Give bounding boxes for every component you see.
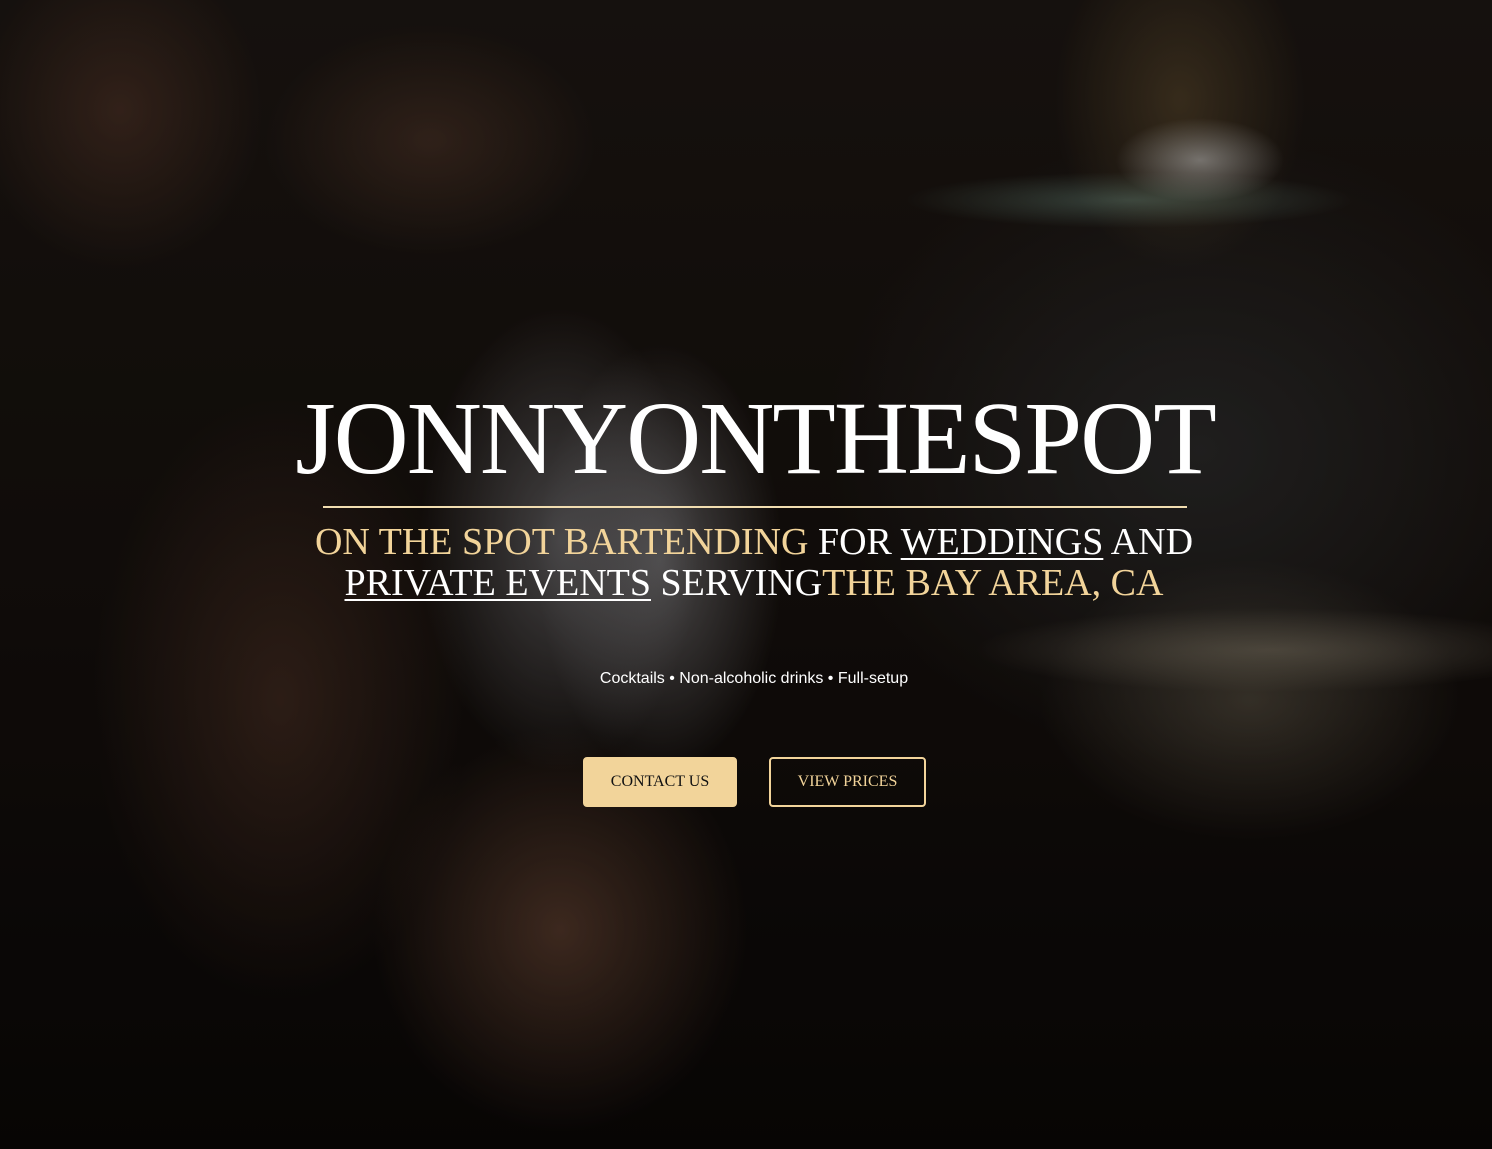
- tagline-location: THE BAY AREA, CA: [822, 562, 1164, 604]
- tagline-for: FOR: [808, 521, 901, 563]
- title-divider: [323, 506, 1187, 508]
- tagline-weddings: WEDDINGS: [900, 521, 1104, 563]
- contact-us-button[interactable]: CONTACT US: [583, 757, 737, 807]
- view-prices-button[interactable]: VIEW PRICES: [769, 757, 926, 807]
- services-list: Cocktails • Non-alcoholic drinks • Full-…: [599, 670, 909, 687]
- hero-tagline: ON THE SPOT BARTENDING FOR WEDDINGS AND P…: [250, 522, 1258, 604]
- tagline-serving: SERVING: [651, 562, 823, 604]
- hero-buttons: CONTACT US VIEW PRICES: [583, 757, 926, 807]
- tagline-and: AND: [1103, 521, 1194, 563]
- hero-section: JONNYONTHESPOT ON THE SPOT BARTENDING FO…: [0, 0, 1492, 1149]
- brand-title: JONNYONTHESPOT: [295, 381, 1217, 496]
- tagline-private-events: PRIVATE EVENTS: [344, 562, 652, 604]
- hero-content: JONNYONTHESPOT ON THE SPOT BARTENDING FO…: [0, 0, 1492, 1149]
- tagline-bartending: ON THE SPOT BARTENDING: [314, 521, 809, 563]
